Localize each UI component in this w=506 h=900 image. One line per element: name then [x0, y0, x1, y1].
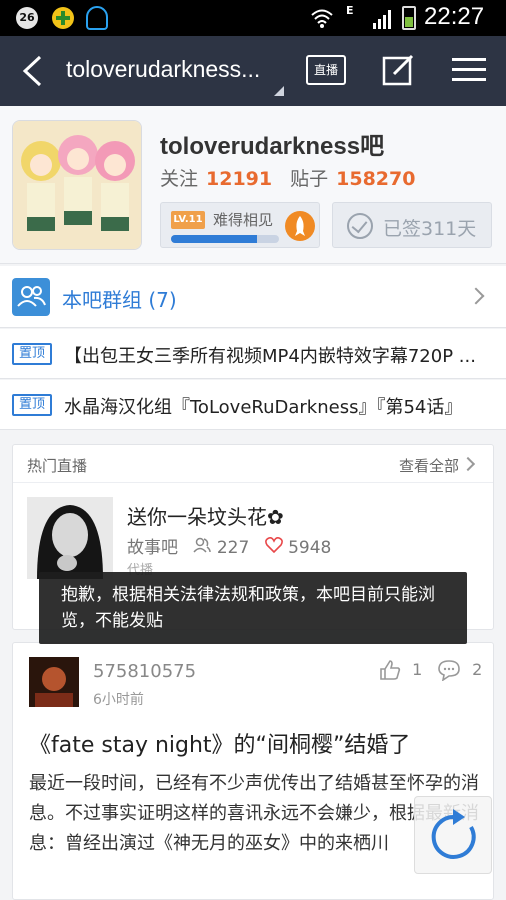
wifi-icon	[311, 9, 333, 28]
group-icon	[12, 278, 50, 316]
post-comment-count: 2	[472, 659, 483, 679]
toast-message: 抱歉，根据相关法律法规和政策，本吧目前只能浏览，不能发贴	[39, 572, 467, 644]
like-count: 5948	[288, 538, 332, 558]
live-item-title[interactable]: 送你一朵坟头花✿	[127, 501, 284, 530]
game-app-icon	[52, 7, 74, 29]
live-forum: 故事吧	[127, 538, 178, 558]
hot-live-header: 热门直播 查看全部	[13, 445, 493, 483]
post-author[interactable]: 575810575	[93, 661, 196, 682]
back-arrow-icon[interactable]	[18, 54, 48, 88]
menu-icon[interactable]	[452, 56, 486, 84]
post-title[interactable]: 《fate stay night》的“间桐樱”结婚了	[29, 727, 410, 759]
signal-icon	[373, 10, 391, 29]
forum-name: toloverudarkness吧	[160, 133, 385, 160]
status-bar: 26 E 22:27	[0, 0, 506, 36]
level-box[interactable]: LV.11 难得相见	[160, 202, 320, 248]
level-title: 难得相见	[213, 211, 274, 229]
hot-live-title: 热门直播	[27, 457, 88, 475]
posts-count: 158270	[336, 168, 416, 190]
forum-avatar[interactable]	[12, 120, 142, 250]
forum-stats: 关注 12191 贴子 158270	[160, 164, 433, 191]
edit-icon[interactable]	[382, 54, 416, 86]
signed-in-button[interactable]: 已签311天	[332, 202, 492, 248]
clock: 22:27	[424, 3, 485, 30]
posts-label: 贴子	[290, 168, 329, 190]
signed-days: 已签311天	[383, 218, 477, 240]
level-badge: LV.11	[171, 211, 205, 229]
follow-count: 12191	[206, 168, 273, 190]
post-like[interactable]: 1	[379, 659, 422, 681]
level-progress-fill	[171, 235, 258, 243]
level-progress-bar	[171, 235, 279, 243]
chevron-right-icon[interactable]	[460, 456, 476, 472]
refresh-button[interactable]	[414, 796, 492, 874]
top-nav-bar: toloverudarkness... 直播	[0, 36, 506, 106]
pinned-title: 【出包王女三季所有视频MP4内嵌特效字幕720P ...	[64, 346, 476, 367]
refresh-icon	[431, 809, 476, 859]
dropdown-caret-icon	[274, 86, 284, 96]
network-type: E	[346, 4, 354, 17]
view-all-link[interactable]: 查看全部	[399, 455, 459, 476]
forum-header: toloverudarkness吧 关注 12191 贴子 158270 LV.11 …	[0, 106, 506, 264]
notification-count-icon: 26	[16, 7, 38, 29]
pinned-title: 水晶海汉化组『ToLoveRuDarkness』『第54话』	[64, 397, 463, 418]
group-label: 本吧群组 (7)	[62, 288, 177, 312]
check-icon	[347, 213, 373, 239]
heart-icon	[264, 537, 288, 558]
forum-group-row[interactable]: 本吧群组 (7)	[0, 266, 506, 328]
pinned-post-2[interactable]: 置顶 水晶海汉化组『ToLoveRuDarkness』『第54话』	[0, 380, 506, 430]
battery-icon	[402, 6, 416, 30]
follow-label: 关注	[160, 168, 199, 190]
pinned-badge: 置顶	[12, 394, 52, 416]
rocket-icon[interactable]	[285, 211, 315, 241]
viewer-count: 227	[216, 538, 250, 558]
post-like-count: 1	[412, 659, 423, 679]
pinned-post-1[interactable]: 置顶 【出包王女三季所有视频MP4内嵌特效字幕720P ...	[0, 329, 506, 379]
pinned-badge: 置顶	[12, 343, 52, 365]
avatar[interactable]	[29, 657, 79, 707]
live-button[interactable]: 直播	[306, 55, 346, 85]
nav-title[interactable]: toloverudarkness...	[66, 56, 286, 83]
qq-notification-icon	[86, 6, 108, 30]
viewers-icon	[193, 537, 216, 558]
live-item-meta: 故事吧 227 5948	[127, 533, 331, 558]
live-thumbnail[interactable]	[27, 497, 113, 579]
chevron-right-icon	[467, 287, 485, 305]
post-time: 6小时前	[93, 692, 144, 708]
post-comment[interactable]: 2	[437, 659, 483, 682]
